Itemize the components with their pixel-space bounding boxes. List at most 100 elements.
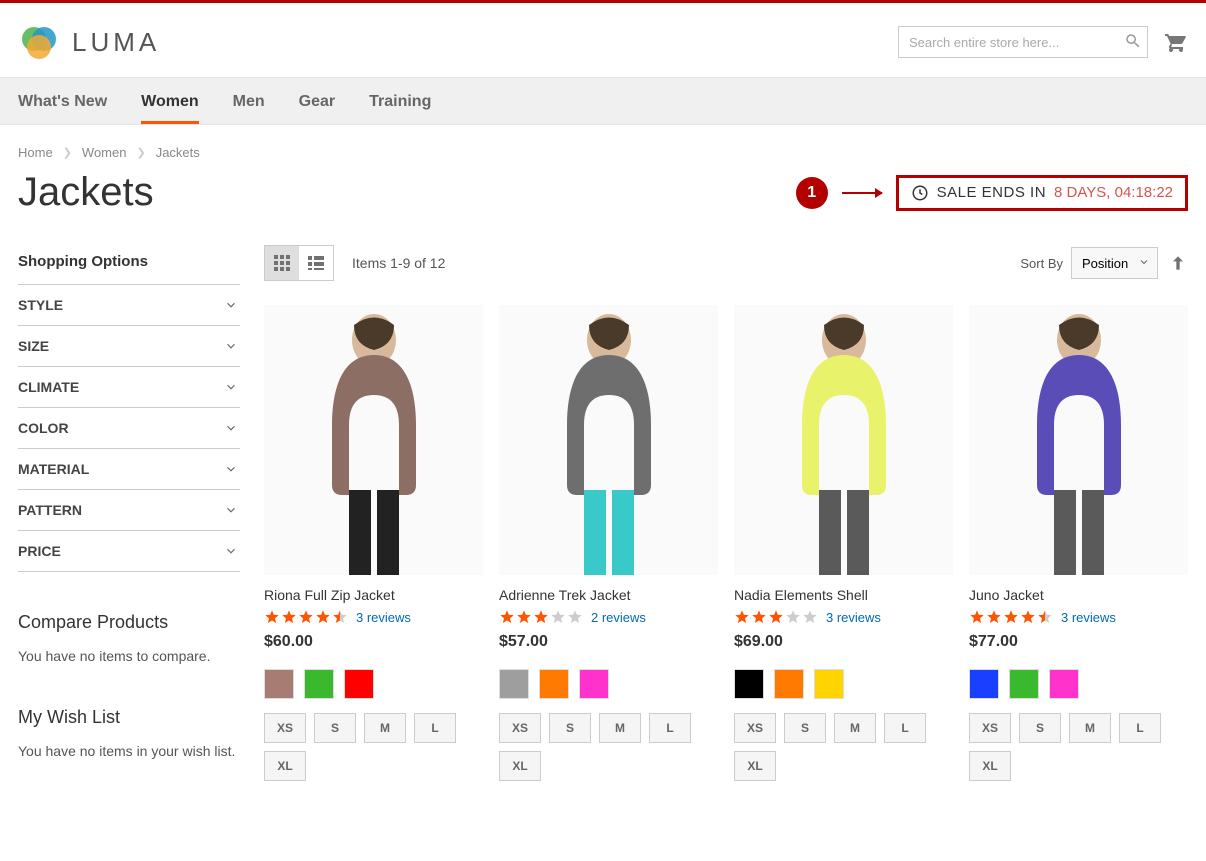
product-name[interactable]: Adrienne Trek Jacket — [499, 587, 718, 603]
color-swatch[interactable] — [264, 669, 294, 699]
sale-time: 8 DAYS, 04:18:22 — [1054, 184, 1173, 201]
size-swatch[interactable]: L — [1119, 713, 1161, 743]
product-name[interactable]: Riona Full Zip Jacket — [264, 587, 483, 603]
size-swatch[interactable]: L — [649, 713, 691, 743]
product-image[interactable] — [529, 305, 689, 575]
star-rating — [264, 609, 348, 625]
annotation-number: 1 — [796, 177, 828, 209]
star-rating — [734, 609, 818, 625]
size-swatch[interactable]: XS — [499, 713, 541, 743]
grid-view-button[interactable] — [265, 246, 299, 280]
color-swatches — [499, 669, 718, 699]
nav-training[interactable]: Training — [369, 78, 431, 124]
size-swatch[interactable]: XS — [264, 713, 306, 743]
chevron-right-icon: ❯ — [136, 146, 145, 159]
color-swatch[interactable] — [344, 669, 374, 699]
size-swatch[interactable]: XL — [264, 751, 306, 781]
nav-men[interactable]: Men — [233, 78, 265, 124]
shopping-options-title: Shopping Options — [18, 245, 240, 284]
sort-direction-button[interactable] — [1168, 253, 1188, 273]
sort-select[interactable]: Position — [1071, 247, 1158, 279]
search-icon[interactable] — [1124, 32, 1142, 50]
color-swatch[interactable] — [579, 669, 609, 699]
nav-gear[interactable]: Gear — [299, 78, 335, 124]
logo[interactable]: LUMA — [18, 21, 160, 63]
color-swatch[interactable] — [499, 669, 529, 699]
filter-size[interactable]: SIZE — [18, 325, 240, 366]
filter-label: PRICE — [18, 543, 61, 559]
product-image[interactable] — [999, 305, 1159, 575]
product-name[interactable]: Juno Jacket — [969, 587, 1188, 603]
product-card: Nadia Elements Shell3 reviews$69.00XSSML… — [734, 305, 953, 781]
color-swatch[interactable] — [1009, 669, 1039, 699]
crumb-home[interactable]: Home — [18, 145, 53, 160]
wishlist-title: My Wish List — [18, 707, 240, 728]
reviews-link[interactable]: 3 reviews — [1061, 610, 1116, 625]
clock-icon — [911, 184, 929, 202]
size-swatch[interactable]: M — [364, 713, 406, 743]
filter-label: PATTERN — [18, 502, 82, 518]
filter-price[interactable]: PRICE — [18, 530, 240, 572]
size-swatch[interactable]: XL — [499, 751, 541, 781]
color-swatch[interactable] — [1049, 669, 1079, 699]
breadcrumb: Home ❯ Women ❯ Jackets — [0, 125, 1206, 170]
product-image[interactable] — [764, 305, 924, 575]
size-swatch[interactable]: S — [784, 713, 826, 743]
size-swatch[interactable]: L — [414, 713, 456, 743]
size-swatch[interactable]: M — [599, 713, 641, 743]
size-swatch[interactable]: XL — [734, 751, 776, 781]
color-swatch[interactable] — [304, 669, 334, 699]
list-view-button[interactable] — [299, 246, 333, 280]
size-swatch[interactable]: S — [314, 713, 356, 743]
color-swatch[interactable] — [539, 669, 569, 699]
search-input[interactable] — [898, 26, 1148, 58]
sale-countdown: SALE ENDS IN 8 DAYS, 04:18:22 — [896, 175, 1188, 211]
reviews-link[interactable]: 2 reviews — [591, 610, 646, 625]
size-swatch[interactable]: M — [834, 713, 876, 743]
filter-style[interactable]: STYLE — [18, 284, 240, 325]
product-name[interactable]: Nadia Elements Shell — [734, 587, 953, 603]
size-swatch[interactable]: S — [549, 713, 591, 743]
crumb-women[interactable]: Women — [82, 145, 127, 160]
filter-color[interactable]: COLOR — [18, 407, 240, 448]
color-swatch[interactable] — [774, 669, 804, 699]
chevron-down-icon — [224, 544, 238, 558]
product-listing: Items 1-9 of 12 Sort By Position Riona F… — [264, 245, 1188, 781]
size-swatches: XS SML XL — [969, 713, 1188, 781]
size-swatch[interactable]: S — [1019, 713, 1061, 743]
filter-label: CLIMATE — [18, 379, 79, 395]
color-swatch[interactable] — [734, 669, 764, 699]
cart-icon[interactable] — [1164, 30, 1188, 54]
reviews-link[interactable]: 3 reviews — [826, 610, 881, 625]
nav-whats-new[interactable]: What's New — [18, 78, 107, 124]
filter-pattern[interactable]: PATTERN — [18, 489, 240, 530]
chevron-down-icon — [224, 298, 238, 312]
product-image-wrap[interactable] — [499, 305, 718, 575]
sidebar: Shopping Options STYLESIZE CLIMATE COLORMA… — [18, 245, 240, 781]
main-nav: What's New Women Men Gear Training — [0, 77, 1206, 125]
chevron-down-icon — [224, 503, 238, 517]
filter-material[interactable]: MATERIAL — [18, 448, 240, 489]
color-swatches — [264, 669, 483, 699]
product-image-wrap[interactable] — [734, 305, 953, 575]
size-swatch[interactable]: L — [884, 713, 926, 743]
product-image-wrap[interactable] — [264, 305, 483, 575]
color-swatch[interactable] — [814, 669, 844, 699]
product-card: Riona Full Zip Jacket3 reviews$60.00XSSM… — [264, 305, 483, 781]
nav-women[interactable]: Women — [141, 78, 198, 124]
star-rating — [499, 609, 583, 625]
reviews-link[interactable]: 3 reviews — [356, 610, 411, 625]
color-swatch[interactable] — [969, 669, 999, 699]
chevron-right-icon: ❯ — [63, 146, 72, 159]
logo-mark-icon — [18, 21, 60, 63]
size-swatch[interactable]: XL — [969, 751, 1011, 781]
size-swatches: XS SML XL — [499, 713, 718, 781]
size-swatch[interactable]: XS — [969, 713, 1011, 743]
size-swatch[interactable]: M — [1069, 713, 1111, 743]
filter-climate[interactable]: CLIMATE — [18, 366, 240, 407]
product-image-wrap[interactable] — [969, 305, 1188, 575]
product-image[interactable] — [294, 305, 454, 575]
compare-products-text: You have no items to compare. — [18, 647, 240, 667]
size-swatch[interactable]: XS — [734, 713, 776, 743]
product-card: Adrienne Trek Jacket2 reviews$57.00XSSML… — [499, 305, 718, 781]
